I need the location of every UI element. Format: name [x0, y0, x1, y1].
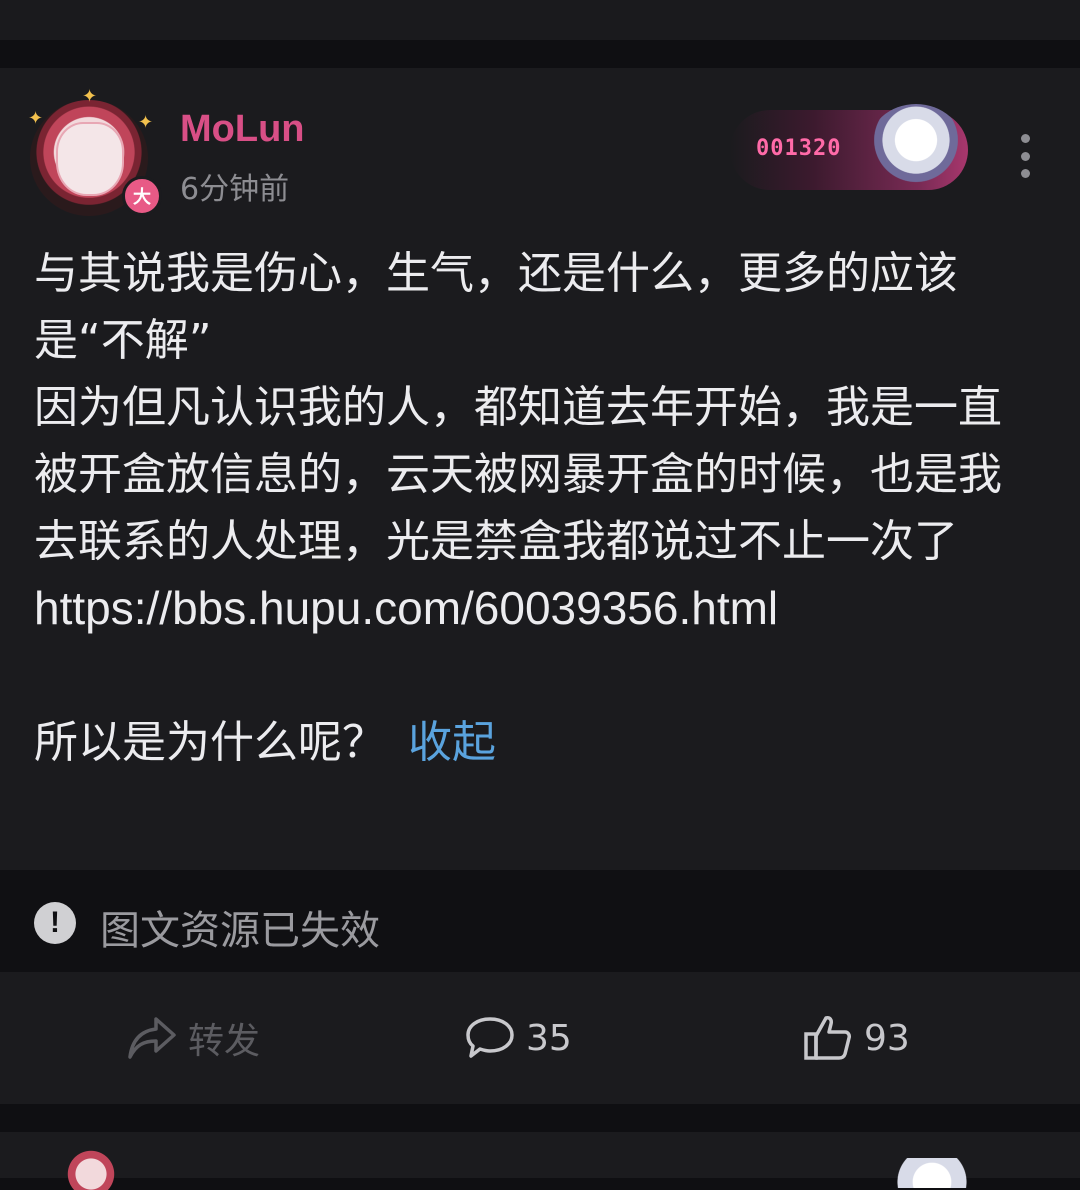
exclamation-icon: ! — [34, 902, 76, 944]
sparkle-icon: ✦ — [28, 108, 44, 129]
post-paragraph: 与其说我是伤心，生气，还是什么，更多的应该是“不解” — [34, 248, 958, 366]
user-level-badge: 大 — [122, 176, 162, 216]
more-dot-icon — [1020, 151, 1030, 161]
username[interactable]: MoLun — [180, 108, 305, 151]
fan-badge-number: 001320 — [756, 136, 842, 161]
fan-badge[interactable]: 001320 — [730, 104, 970, 190]
post-question: 所以是为什么呢？ — [34, 717, 386, 768]
avatar[interactable]: ✦ ✦ ✦ 大 — [22, 86, 162, 226]
fan-badge-character — [868, 104, 964, 190]
top-bar — [0, 0, 1080, 40]
more-dot-icon — [1020, 169, 1030, 178]
collapse-button[interactable]: 收起 — [408, 717, 496, 768]
next-post-avatar[interactable] — [46, 1150, 136, 1190]
sparkle-icon: ✦ — [82, 86, 98, 107]
like-button[interactable]: 93 — [802, 1008, 910, 1068]
post-link[interactable]: https://bbs.hupu.com/60039356.html — [34, 575, 1034, 642]
comment-count: 35 — [526, 1017, 572, 1059]
like-count: 93 — [864, 1017, 910, 1059]
media-unavailable-text: 图文资源已失效 — [100, 908, 380, 954]
avatar-image — [56, 122, 124, 196]
sparkle-icon: ✦ — [138, 112, 154, 133]
share-arrow-icon — [128, 1017, 176, 1059]
post-content: 与其说我是伤心，生气，还是什么，更多的应该是“不解” 因为但凡认识我的人，都知道… — [34, 240, 1034, 776]
next-post-fan-badge[interactable] — [860, 1158, 980, 1188]
comment-button[interactable]: 35 — [464, 1008, 572, 1068]
post-timestamp: 6分钟前 — [180, 172, 290, 207]
repost-button[interactable]: 转发 — [126, 1008, 260, 1068]
more-options-button[interactable] — [1010, 134, 1040, 178]
post-paragraph: 因为但凡认识我的人，都知道去年开始，我是一直被开盒放信息的，云天被网暴开盒的时候… — [34, 382, 1002, 567]
more-dot-icon — [1020, 134, 1030, 143]
comment-bubble-icon — [466, 1017, 514, 1058]
thumbs-up-icon — [804, 1016, 851, 1060]
repost-label: 转发 — [188, 1021, 261, 1062]
post-question-line: 所以是为什么呢？ 收起 — [34, 709, 1034, 776]
